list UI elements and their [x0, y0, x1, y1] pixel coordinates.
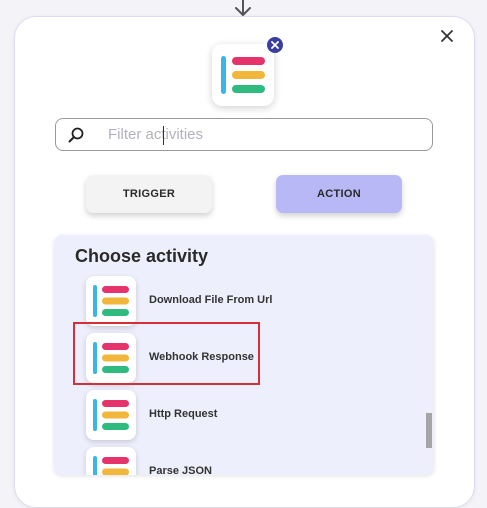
list-title: Choose activity — [75, 246, 209, 266]
remove-badge-icon[interactable] — [267, 37, 283, 53]
trigger-button[interactable]: TRIGGER — [86, 175, 212, 213]
list-item-parse-json[interactable]: Parse JSON — [86, 447, 386, 475]
list-item-download-file-from-url[interactable]: Download File From Url — [86, 276, 386, 326]
activity-logo-icon — [86, 276, 136, 326]
list-item-label: Parse JSON — [149, 465, 212, 475]
list-item-label: Download File From Url — [149, 294, 273, 306]
activity-list: Choose activity Download File From Url W… — [54, 235, 434, 475]
list-item-webhook-response[interactable]: Webhook Response — [86, 333, 386, 383]
activity-logo-icon — [86, 447, 136, 475]
action-button[interactable]: ACTION — [276, 175, 402, 213]
search-input[interactable] — [108, 122, 418, 147]
close-icon[interactable] — [438, 27, 456, 45]
text-caret — [163, 126, 164, 145]
activity-logo-icon — [86, 390, 136, 440]
list-item-label: Webhook Response — [149, 351, 254, 363]
activity-logo-icon — [86, 333, 136, 383]
activity-logo-icon — [221, 56, 265, 94]
selected-activity-logo — [212, 44, 274, 106]
list-item-http-request[interactable]: Http Request — [86, 390, 386, 440]
search-icon — [68, 127, 84, 143]
scrollbar-thumb[interactable] — [426, 413, 432, 448]
search-field — [55, 118, 433, 151]
list-item-label: Http Request — [149, 408, 218, 420]
